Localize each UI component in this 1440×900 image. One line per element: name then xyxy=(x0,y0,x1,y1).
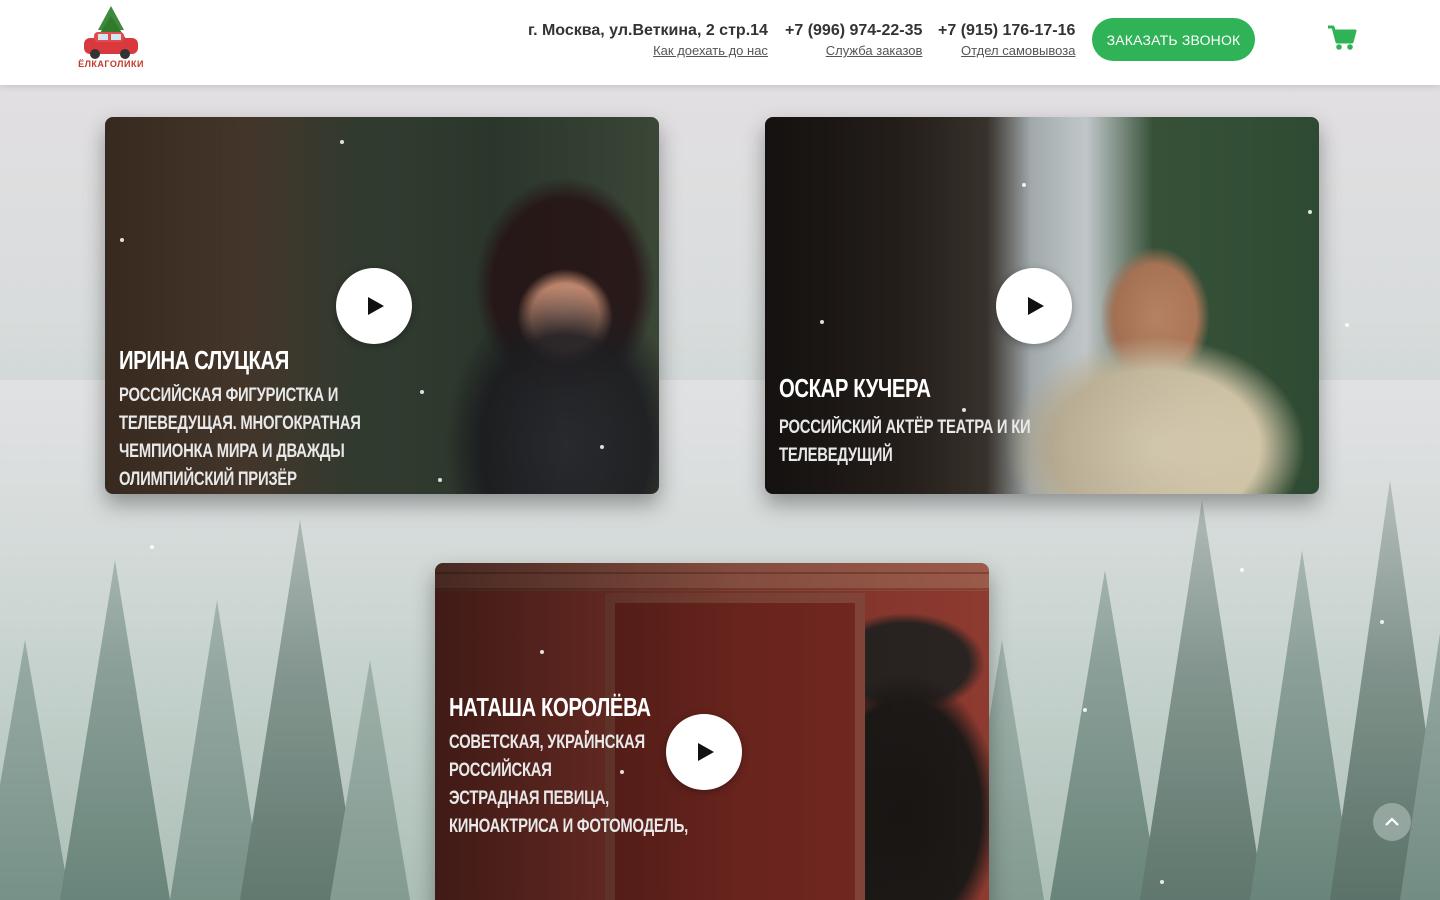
snowflake xyxy=(120,238,124,242)
video-card-kuchera[interactable]: Оскар Кучера Российский актёр театра и к… xyxy=(765,117,1319,494)
snowflake xyxy=(150,545,154,549)
video-description: Российская фигуристка и телеведущая. Мно… xyxy=(119,385,361,490)
pickup-dept-link[interactable]: Отдел самовывоза xyxy=(961,43,1075,58)
phone-orders[interactable]: +7 (996) 974-22-35 xyxy=(785,22,922,40)
orders-service-link[interactable]: Служба заказов xyxy=(826,43,923,58)
snowflake xyxy=(1240,568,1244,572)
play-button[interactable] xyxy=(336,268,412,344)
snowflake xyxy=(620,770,624,774)
snowflake xyxy=(1160,880,1164,884)
logo-text: ЁЛКАГОЛИКИ xyxy=(78,59,144,69)
play-icon xyxy=(1028,297,1044,315)
site-header: ЁЛКАГОЛИКИ г. Москва, ул.Веткина, 2 стр.… xyxy=(0,0,1440,85)
scroll-top-button[interactable] xyxy=(1373,803,1411,841)
snowflake xyxy=(340,140,344,144)
snowflake xyxy=(820,320,824,324)
logo[interactable]: ЁЛКАГОЛИКИ xyxy=(78,4,144,70)
video-card-koroleva[interactable]: Наташа Королёва Советская, украинская ро… xyxy=(435,563,989,900)
snowflake xyxy=(1308,210,1312,214)
play-button[interactable] xyxy=(666,714,742,790)
video-card-slutskaya[interactable]: Ирина Слуцкая Российская фигуристка и те… xyxy=(105,117,659,494)
snowflake xyxy=(420,390,424,394)
address-text: г. Москва, ул.Веткина, 2 стр.14 xyxy=(528,22,768,39)
snowflake xyxy=(585,730,589,734)
snowflake xyxy=(1083,708,1087,712)
phone-pickup[interactable]: +7 (915) 176-17-16 xyxy=(938,22,1075,40)
snowflake xyxy=(1345,323,1349,327)
snowflake xyxy=(438,478,442,482)
snowflake xyxy=(1380,620,1384,624)
phone-pickup-block: +7 (915) 176-17-16 Отдел самовывоза xyxy=(938,22,1075,60)
phone-orders-block: +7 (996) 974-22-35 Служба заказов xyxy=(785,22,922,60)
snowflake xyxy=(540,650,544,654)
video-name: Ирина Слуцкая xyxy=(119,345,289,375)
cart-icon[interactable] xyxy=(1327,24,1357,52)
play-button[interactable] xyxy=(996,268,1072,344)
snowflake xyxy=(1022,183,1026,187)
snowflake xyxy=(600,445,604,449)
play-icon xyxy=(698,743,714,761)
video-name: Наташа Королёва xyxy=(449,692,651,722)
snowflake xyxy=(962,408,966,412)
play-icon xyxy=(368,297,384,315)
address-block: г. Москва, ул.Веткина, 2 стр.14 Как доех… xyxy=(528,22,768,60)
order-call-button[interactable]: ЗАКАЗАТЬ ЗВОНОК xyxy=(1092,18,1255,61)
chevron-up-icon xyxy=(1385,817,1399,826)
video-name: Оскар Кучера xyxy=(779,373,931,403)
video-description: Российский актёр театра и ки телеведущий xyxy=(779,417,1031,466)
snowflake xyxy=(455,705,459,709)
directions-link[interactable]: Как доехать до нас xyxy=(653,43,768,58)
logo-icon xyxy=(84,6,138,59)
